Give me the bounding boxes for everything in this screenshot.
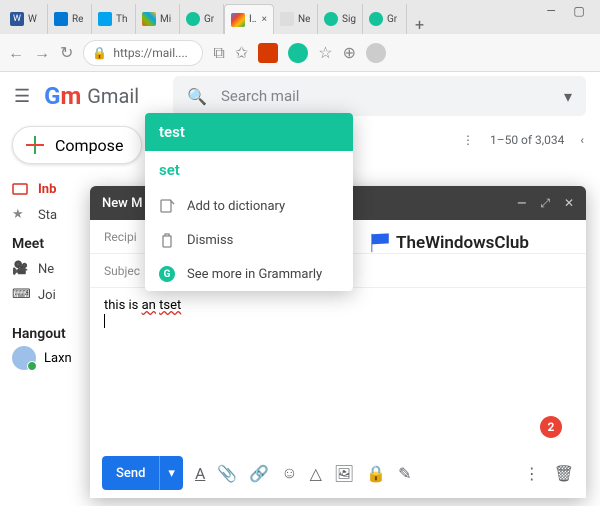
sidebar-item-label: Sta	[38, 208, 57, 223]
close-icon[interactable]: ×	[262, 14, 267, 25]
chevron-left-icon[interactable]: ‹	[580, 133, 584, 147]
keyboard-icon: ⌨	[12, 287, 28, 303]
body-text: this is	[104, 298, 142, 313]
address-bar: ← → ↻ 🔒 https://mail.... ⧉ ✩ ☆ ⊕	[0, 34, 600, 72]
compose-button[interactable]: Compose	[12, 126, 142, 164]
browser-tab[interactable]: Re	[48, 4, 92, 34]
maximize-icon[interactable]: ▢	[572, 4, 586, 18]
browser-tab[interactable]: Ne	[274, 4, 318, 34]
video-icon: 🎥	[12, 261, 28, 277]
browser-titlebar: WW Re Th Mi Gr Inb× Ne Sig Gr + — ▢	[0, 0, 600, 34]
office-extension-icon[interactable]	[258, 43, 278, 63]
field-label: Recipi	[104, 230, 137, 244]
trash-icon[interactable]: 🗑	[554, 464, 574, 483]
error-text[interactable]: an	[142, 298, 156, 313]
back-icon[interactable]: ←	[8, 43, 24, 63]
grammarly-popup: test set Add to dictionary Dismiss G See…	[145, 113, 353, 291]
minimize-icon[interactable]: —	[517, 196, 526, 211]
grammarly-add-dictionary[interactable]: Add to dictionary	[145, 189, 353, 223]
grammarly-dismiss[interactable]: Dismiss	[145, 223, 353, 257]
flag-icon	[370, 232, 392, 254]
sidebar: Compose Inb ★ Sta Meet 🎥 Ne ⌨ Joi Hangou…	[0, 120, 80, 370]
browser-tab[interactable]: WW	[4, 4, 48, 34]
browser-tab[interactable]: Sig	[318, 4, 363, 34]
close-icon[interactable]: ✕	[564, 196, 574, 211]
browser-tab-active[interactable]: Inb×	[224, 4, 274, 34]
url-text: https://mail....	[113, 46, 187, 60]
browser-tab[interactable]: Th	[92, 4, 136, 34]
meet-join[interactable]: ⌨ Joi	[12, 282, 72, 308]
drive-icon[interactable]: △	[310, 464, 322, 483]
lock-icon: 🔒	[92, 46, 107, 60]
field-label: Subjec	[104, 264, 140, 278]
favorites-icon[interactable]: ☆	[318, 43, 332, 62]
inbox-icon	[12, 181, 28, 197]
send-label: Send	[102, 466, 159, 481]
browser-tab[interactable]: Mi	[136, 4, 180, 34]
search-icon: 🔍	[187, 87, 207, 106]
search-input[interactable]: 🔍 Search mail ▾	[173, 76, 586, 116]
meet-new[interactable]: 🎥 Ne	[12, 256, 72, 282]
meet-header: Meet	[12, 236, 72, 252]
emoji-icon[interactable]: ☺	[281, 463, 297, 483]
grammarly-suggestion[interactable]: set	[145, 151, 353, 189]
grammarly-see-more[interactable]: G See more in Grammarly	[145, 257, 353, 291]
refresh-icon[interactable]: ↻	[60, 43, 73, 62]
hangouts-username: Laxn	[44, 351, 72, 366]
url-input[interactable]: 🔒 https://mail....	[83, 40, 203, 66]
attach-icon[interactable]: 📎	[217, 464, 237, 483]
menu-icon[interactable]: ☰	[14, 86, 30, 107]
meet-label: Ne	[38, 262, 54, 277]
forward-icon[interactable]: →	[34, 43, 50, 63]
compose-body[interactable]: this is an tset	[90, 288, 586, 448]
chevron-down-icon[interactable]: ▾	[564, 87, 572, 106]
new-tab-button[interactable]: +	[407, 15, 432, 34]
favorite-icon[interactable]: ✩	[235, 43, 248, 62]
pen-icon[interactable]: ✎	[398, 464, 411, 483]
collections-icon[interactable]: ⊕	[343, 43, 356, 62]
grammarly-item-label: See more in Grammarly	[187, 267, 322, 282]
format-icon[interactable]: A	[195, 464, 205, 483]
image-icon[interactable]: 🖼	[334, 464, 354, 483]
link-icon[interactable]: ⧉	[213, 43, 224, 63]
meet-label: Joi	[38, 288, 56, 303]
thewindowsclub-logo: TheWindowsClub	[370, 232, 529, 254]
grammarly-extension-icon[interactable]	[288, 43, 308, 63]
more-icon[interactable]: ⋮	[462, 133, 474, 147]
compose-label: Compose	[55, 136, 123, 155]
more-icon[interactable]: ⋮	[524, 464, 540, 483]
compose-footer: Send ▾ A 📎 🔗 ☺ △ 🖼 🔒 ✎ ⋮ 🗑	[90, 448, 586, 498]
grammarly-badge[interactable]: 2	[540, 416, 562, 438]
plus-icon	[25, 135, 45, 155]
profile-icon[interactable]	[366, 43, 386, 63]
dictionary-icon	[159, 198, 175, 214]
grammarly-item-label: Dismiss	[187, 233, 233, 248]
mail-count: 1–50 of 3,034	[490, 133, 564, 147]
expand-icon[interactable]: ⤢	[540, 196, 550, 211]
error-text[interactable]: tset	[159, 298, 181, 313]
grammarly-icon: G	[159, 266, 175, 282]
confidential-icon[interactable]: 🔒	[366, 464, 386, 483]
text-cursor	[104, 314, 105, 328]
browser-tab[interactable]: Gr	[180, 4, 224, 34]
grammarly-header: test	[145, 113, 353, 151]
chevron-down-icon[interactable]: ▾	[159, 456, 183, 490]
sidebar-item-label: Inb	[38, 182, 56, 197]
hangouts-user[interactable]: Laxn	[12, 346, 72, 370]
trash-icon	[159, 232, 175, 248]
avatar-icon	[12, 346, 36, 370]
star-icon: ★	[12, 207, 28, 223]
grammarly-item-label: Add to dictionary	[187, 199, 285, 214]
sidebar-item-inbox[interactable]: Inb	[12, 176, 72, 202]
hangouts-header: Hangout	[12, 326, 72, 342]
compose-title: New M	[102, 196, 142, 211]
browser-tab[interactable]: Gr	[363, 4, 407, 34]
sidebar-item-starred[interactable]: ★ Sta	[12, 202, 72, 228]
search-placeholder: Search mail	[221, 87, 299, 105]
gmail-logo[interactable]: Gm Gmail	[44, 82, 139, 110]
send-button[interactable]: Send ▾	[102, 456, 183, 490]
twc-text: TheWindowsClub	[396, 233, 529, 253]
minimize-icon[interactable]: —	[544, 4, 558, 18]
link-icon[interactable]: 🔗	[249, 464, 269, 483]
